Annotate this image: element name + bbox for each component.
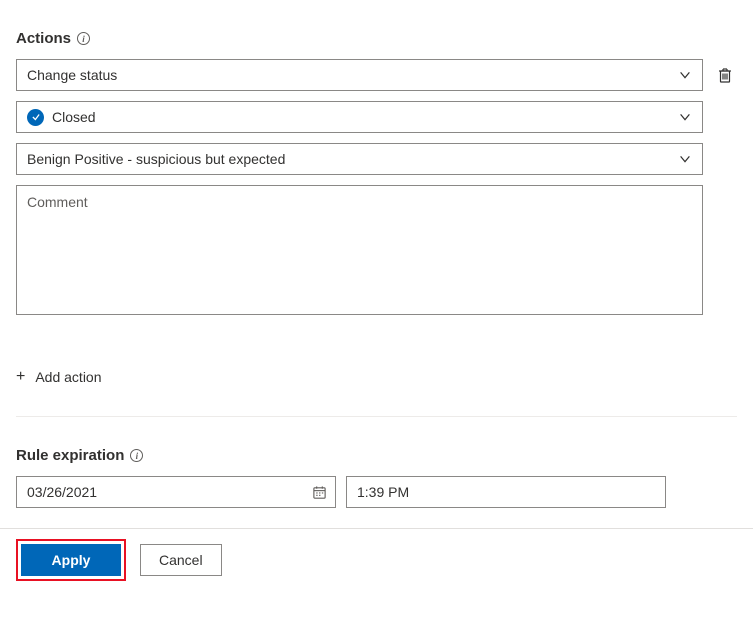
chevron-down-icon [676,108,694,126]
expiration-time-value: 1:39 PM [357,484,657,500]
rule-expiration-text: Rule expiration [16,447,124,464]
add-action-button[interactable]: + Add action [16,368,737,386]
footer: Apply Cancel [16,539,737,581]
classification-dropdown[interactable]: Benign Positive - suspicious but expecte… [16,143,703,175]
info-icon[interactable]: i [77,32,90,45]
expiration-time-field[interactable]: 1:39 PM [346,476,666,508]
classification-label: Benign Positive - suspicious but expecte… [27,151,668,167]
expiration-date-value: 03/26/2021 [27,484,305,500]
chevron-down-icon [676,66,694,84]
rule-expiration-label: Rule expiration i [16,447,737,464]
calendar-icon[interactable] [311,484,327,500]
apply-highlight: Apply [16,539,126,581]
divider [16,416,737,417]
expiration-date-field[interactable]: 03/26/2021 [16,476,336,508]
change-status-label: Change status [27,67,668,83]
status-dropdown[interactable]: Closed [16,101,703,133]
check-icon [27,109,44,126]
chevron-down-icon [676,150,694,168]
status-label: Closed [52,109,668,125]
change-status-dropdown[interactable]: Change status [16,59,703,91]
comment-input[interactable] [16,185,703,315]
plus-icon: + [16,368,25,386]
footer-divider [0,528,753,529]
info-icon[interactable]: i [130,449,143,462]
delete-action-button[interactable] [713,59,737,91]
actions-label: Actions i [16,30,737,47]
cancel-button[interactable]: Cancel [140,544,222,576]
add-action-label: Add action [35,369,101,385]
actions-label-text: Actions [16,30,71,47]
apply-button[interactable]: Apply [21,544,121,576]
